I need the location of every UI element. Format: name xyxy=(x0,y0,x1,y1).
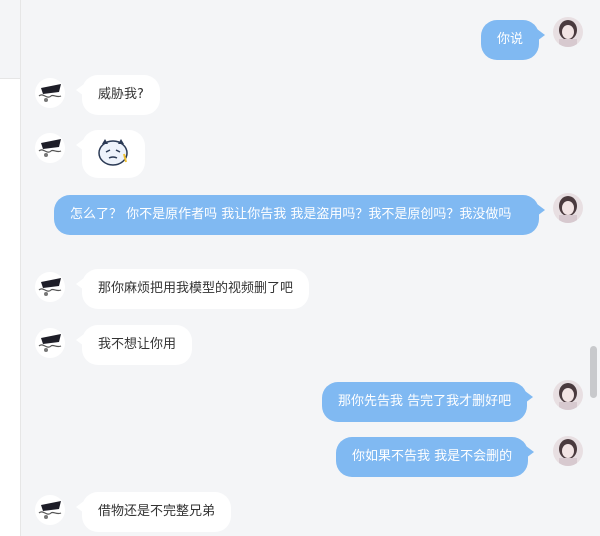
conversation-list-header xyxy=(0,0,20,79)
message-row: 借物还是不完整兄弟 xyxy=(21,0,587,536)
message-bubble[interactable]: 借物还是不完整兄弟 xyxy=(75,492,232,532)
contact-avatar[interactable] xyxy=(35,495,65,525)
scrollbar-thumb[interactable] xyxy=(590,346,597,398)
conversation-list-panel xyxy=(0,0,21,536)
chat-message-area[interactable]: 你说 威胁我? 怎么了？ 你不是原作者吗 我让你告我 我是盗用吗？我不是原创吗？… xyxy=(21,0,587,536)
contact-avatar-image xyxy=(35,495,65,525)
message-text: 借物还是不完整兄弟 xyxy=(98,504,216,519)
scrollbar-track[interactable] xyxy=(587,0,600,536)
